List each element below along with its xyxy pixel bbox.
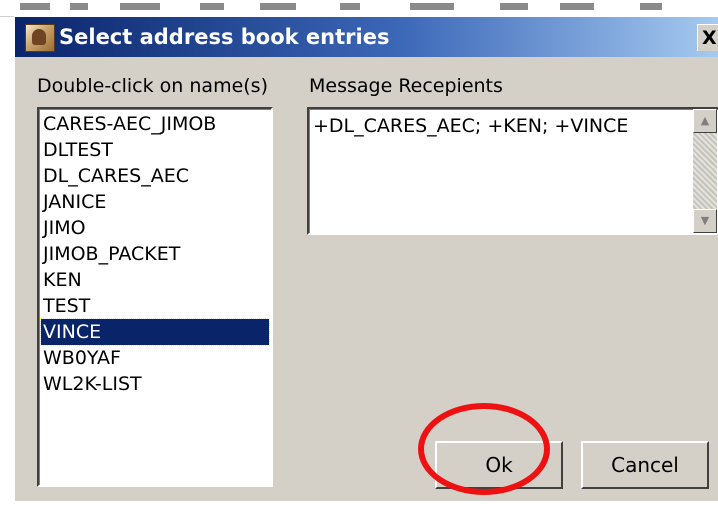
list-item[interactable]: JANICE — [41, 189, 269, 215]
list-item[interactable]: JIMO — [41, 215, 269, 241]
close-icon[interactable]: X — [697, 24, 718, 51]
recipients-textbox[interactable]: +DL_CARES_AEC; +KEN; +VINCE ▲ ▼ — [307, 107, 718, 235]
names-listbox[interactable]: CARES-AEC_JIMOB DLTEST DL_CARES_AEC JANI… — [37, 107, 273, 487]
scroll-up-arrow-icon[interactable]: ▲ — [693, 109, 717, 133]
list-item-selected[interactable]: VINCE — [40, 318, 270, 346]
address-book-icon — [25, 24, 55, 52]
names-list-label: Double-click on name(s) — [37, 75, 268, 97]
list-item[interactable]: DL_CARES_AEC — [41, 163, 269, 189]
title-bar[interactable]: Select address book entries X — [15, 17, 718, 57]
recipients-scrollbar[interactable]: ▲ ▼ — [693, 109, 717, 233]
address-book-dialog: Select address book entries X Double-cli… — [14, 16, 718, 501]
list-item[interactable]: WB0YAF — [41, 345, 269, 371]
background-window-strip — [0, 0, 718, 17]
list-item[interactable]: DLTEST — [41, 137, 269, 163]
dialog-title: Select address book entries — [59, 25, 390, 49]
scroll-down-arrow-icon[interactable]: ▼ — [693, 209, 717, 233]
ok-button[interactable]: Ok — [435, 441, 563, 489]
recipients-value: +DL_CARES_AEC; +KEN; +VINCE — [313, 115, 629, 137]
list-item[interactable]: KEN — [41, 267, 269, 293]
cancel-button[interactable]: Cancel — [581, 441, 709, 489]
list-item[interactable]: JIMOB_PACKET — [41, 241, 269, 267]
list-item[interactable]: WL2K-LIST — [41, 371, 269, 397]
list-item[interactable]: CARES-AEC_JIMOB — [41, 111, 269, 137]
recipients-label: Message Recepients — [309, 75, 503, 97]
list-item[interactable]: TEST — [41, 293, 269, 319]
